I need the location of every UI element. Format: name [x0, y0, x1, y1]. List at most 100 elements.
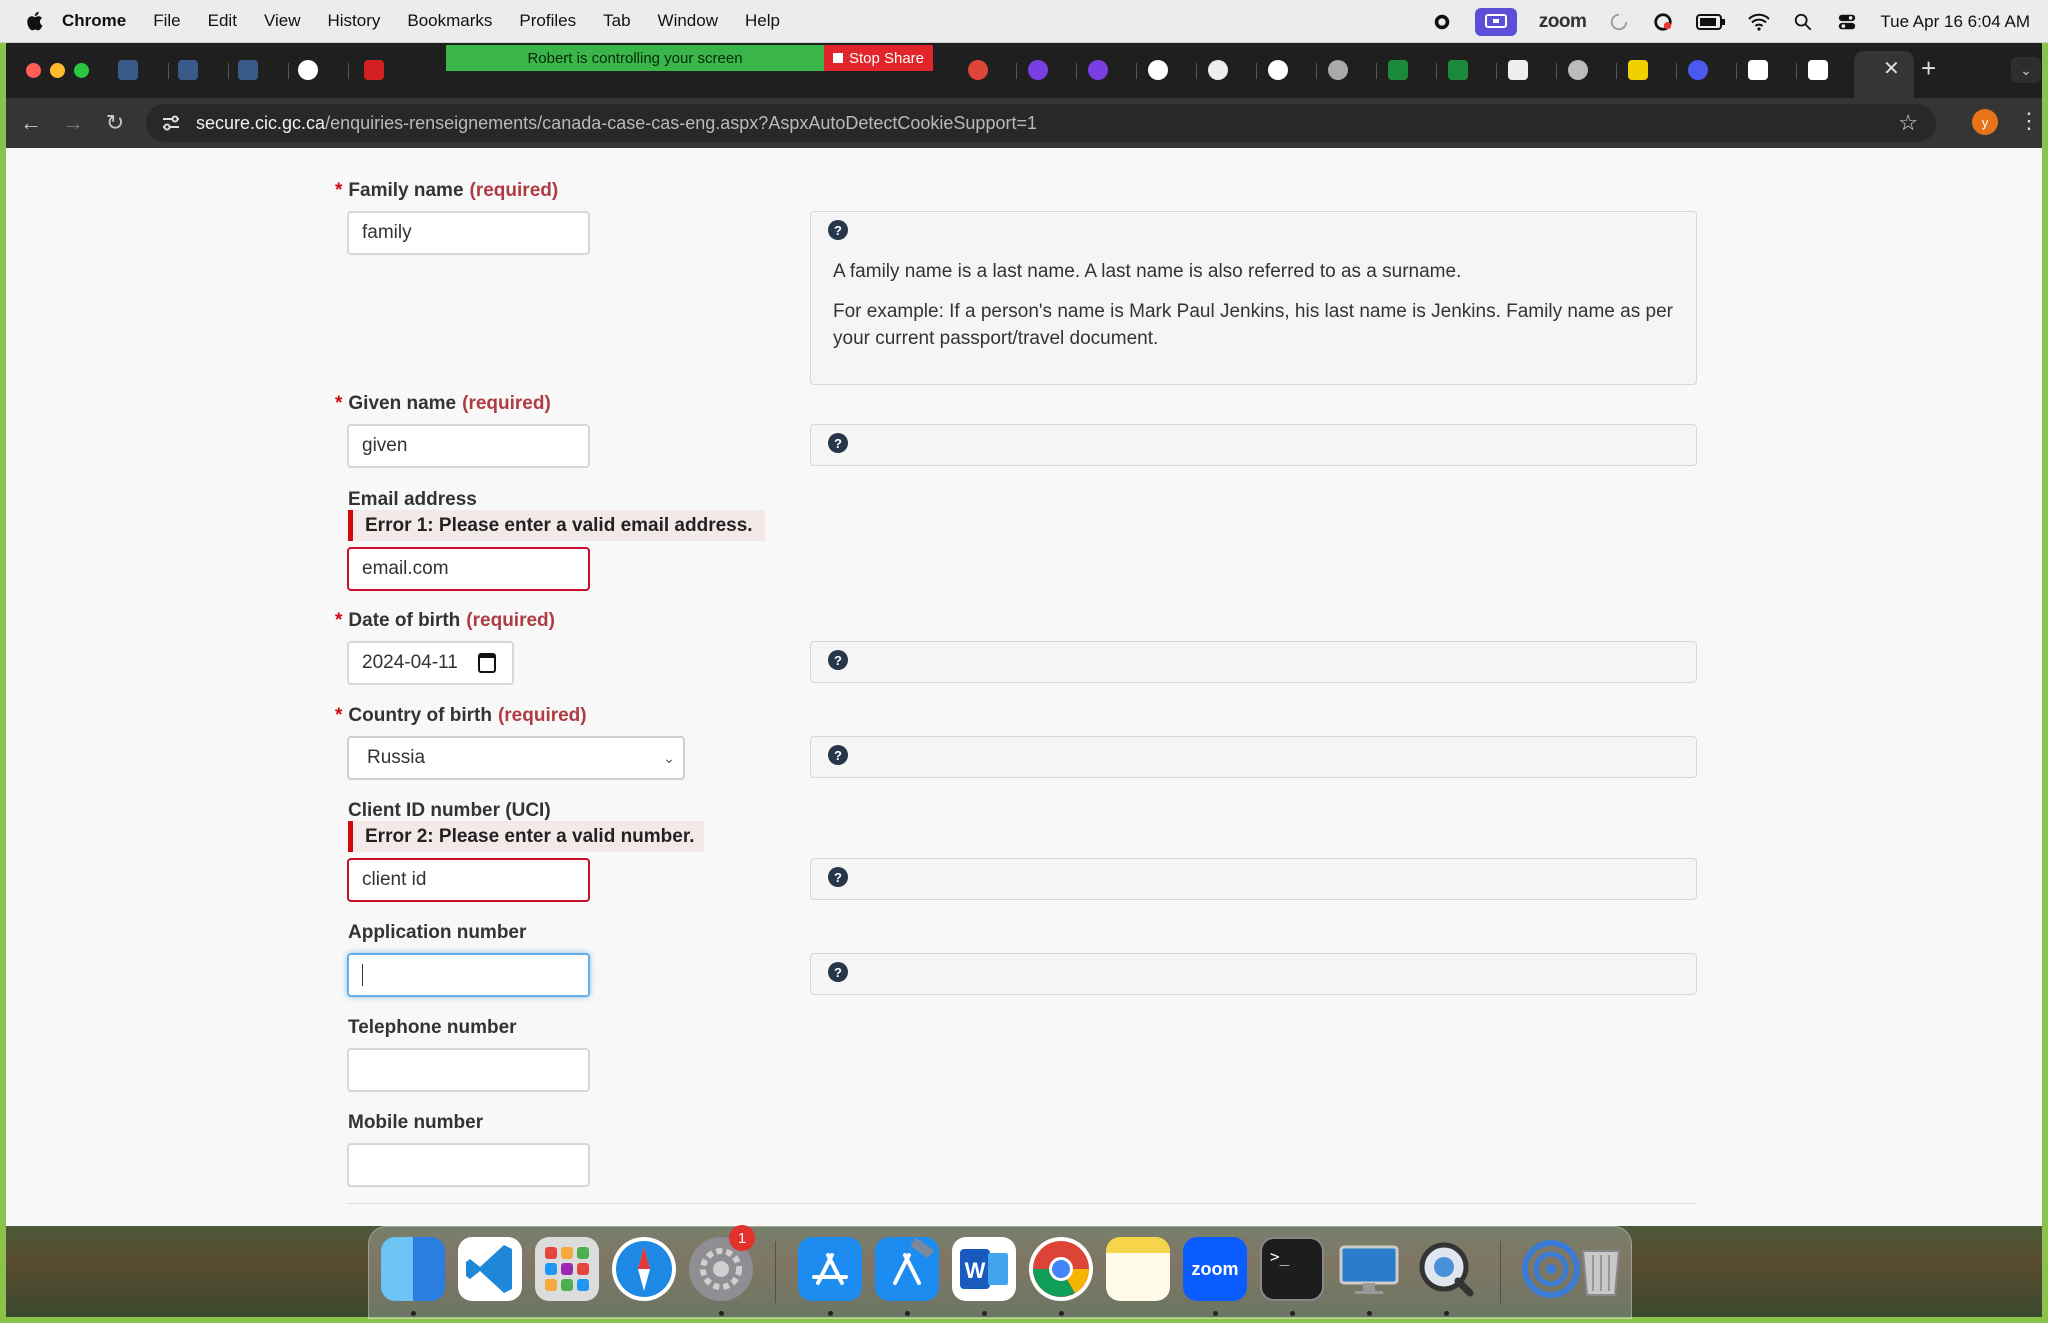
tab-favicon-icon[interactable]	[1628, 60, 1648, 80]
menu-help[interactable]: Help	[745, 11, 780, 31]
url-text[interactable]: secure.cic.gc.ca/enquiries-renseignement…	[196, 113, 1037, 134]
screen-share-icon[interactable]	[1474, 7, 1517, 36]
date-of-birth-label-text: Date of birth	[348, 610, 461, 631]
required-tag: (required)	[469, 180, 559, 201]
date-of-birth-input[interactable]: 2024-04-11	[347, 641, 514, 685]
tab-favicon-icon[interactable]	[118, 60, 138, 80]
telephone-number-input[interactable]	[347, 1048, 590, 1092]
google-tab-icon[interactable]	[1148, 60, 1168, 80]
menu-file[interactable]: File	[153, 11, 180, 31]
bookmark-star-icon[interactable]: ☆	[1898, 110, 1918, 136]
given-name-value: given	[362, 435, 408, 456]
minimize-window-icon[interactable]	[50, 63, 65, 78]
tab-favicon-icon[interactable]	[1568, 60, 1588, 80]
menu-window[interactable]: Window	[658, 11, 718, 31]
focus-icon[interactable]	[1608, 12, 1630, 32]
help-icon[interactable]: ?	[828, 650, 848, 670]
family-name-help-box: ? A family name is a last name. A last n…	[810, 211, 1697, 385]
chrome-menu-icon[interactable]: ⋮	[2018, 108, 2040, 134]
launchpad-icon[interactable]	[535, 1237, 599, 1301]
uci-help-box: ?	[810, 858, 1697, 900]
reddit-tab-icon[interactable]	[968, 60, 988, 80]
tab-favicon-icon[interactable]	[1028, 60, 1048, 80]
google-tab-icon[interactable]	[298, 60, 318, 80]
tab-favicon-icon[interactable]	[364, 60, 384, 80]
control-center-icon[interactable]	[1836, 12, 1858, 32]
country-of-birth-select[interactable]: Russia ⌄	[347, 736, 685, 780]
tab-favicon-icon[interactable]	[1508, 60, 1528, 80]
help-icon[interactable]: ?	[828, 220, 848, 240]
forward-arrow-icon[interactable]: →	[58, 108, 88, 138]
finder-icon[interactable]	[381, 1237, 445, 1301]
record-icon[interactable]	[1431, 12, 1453, 32]
menu-history[interactable]: History	[327, 11, 380, 31]
terminal-icon[interactable]: >_	[1260, 1237, 1324, 1301]
wifi-icon[interactable]	[1748, 12, 1771, 32]
close-tab-icon[interactable]: ✕	[1883, 56, 1900, 81]
required-tag: (required)	[497, 705, 587, 726]
calendar-icon[interactable]	[478, 653, 496, 673]
screen-sharing-icon[interactable]	[1337, 1237, 1401, 1301]
fullscreen-window-icon[interactable]	[74, 63, 89, 78]
google-tab-icon[interactable]	[1268, 60, 1288, 80]
given-name-input[interactable]: given	[347, 424, 590, 468]
tab-favicon-icon[interactable]	[1448, 60, 1468, 80]
application-number-input[interactable]	[347, 953, 590, 997]
tab-search-icon[interactable]: ⌄	[2011, 57, 2041, 83]
stop-share-button[interactable]: Stop Share	[824, 45, 933, 71]
help-icon[interactable]: ?	[828, 745, 848, 765]
given-name-label: * Given name (required)	[335, 393, 551, 415]
menu-view[interactable]: View	[264, 11, 301, 31]
menu-edit[interactable]: Edit	[208, 11, 237, 31]
site-info-icon[interactable]	[160, 112, 182, 134]
spotlight-search-icon[interactable]	[1792, 12, 1814, 32]
xcode-icon[interactable]	[875, 1237, 939, 1301]
creative-cloud-icon[interactable]	[1652, 12, 1674, 32]
safari-icon[interactable]	[612, 1237, 676, 1301]
date-of-birth-value: 2024-04-11	[362, 652, 458, 673]
family-name-label-text: Family name	[348, 180, 464, 201]
menu-tab[interactable]: Tab	[603, 11, 630, 31]
help-icon[interactable]: ?	[828, 433, 848, 453]
back-arrow-icon[interactable]: ←	[16, 108, 46, 138]
apple-icon[interactable]	[24, 10, 44, 32]
close-window-icon[interactable]	[26, 63, 41, 78]
tab-favicon-icon[interactable]	[178, 60, 198, 80]
mobile-number-input[interactable]	[347, 1143, 590, 1187]
email-input[interactable]: email.com	[347, 547, 590, 591]
tab-favicon-icon[interactable]	[1328, 60, 1348, 80]
profile-avatar[interactable]: y	[1972, 109, 1998, 135]
trash-icon[interactable]	[1569, 1237, 1633, 1301]
menu-bookmarks[interactable]: Bookmarks	[407, 11, 492, 31]
menu-profiles[interactable]: Profiles	[519, 11, 576, 31]
notes-icon[interactable]	[1106, 1237, 1170, 1301]
new-tab-icon[interactable]: +	[1921, 53, 1936, 84]
tab-favicon-icon[interactable]	[238, 60, 258, 80]
uci-input[interactable]: client id	[347, 858, 590, 902]
help-icon[interactable]: ?	[828, 962, 848, 982]
macos-dock: 1 W zoom >_	[368, 1225, 1633, 1319]
help-icon[interactable]: ?	[828, 867, 848, 887]
zoom-app-icon[interactable]: zoom	[1183, 1237, 1247, 1301]
tab-favicon-icon[interactable]	[1088, 60, 1108, 80]
family-name-input[interactable]: family	[347, 211, 590, 255]
app-store-icon[interactable]	[798, 1237, 862, 1301]
email-value: email.com	[362, 558, 449, 579]
tab-favicon-icon[interactable]	[1388, 60, 1408, 80]
email-label: Email address	[348, 489, 477, 510]
tab-favicon-icon[interactable]	[1208, 60, 1228, 80]
tab-favicon-icon[interactable]	[1688, 60, 1708, 80]
chrome-icon[interactable]	[1029, 1237, 1093, 1301]
menu-chrome[interactable]: Chrome	[62, 11, 126, 31]
word-icon[interactable]: W	[952, 1237, 1016, 1301]
vscode-icon[interactable]	[458, 1237, 522, 1301]
reload-icon[interactable]: ↻	[100, 108, 130, 138]
menubar-clock[interactable]: Tue Apr 16 6:04 AM	[1880, 12, 2030, 32]
battery-icon[interactable]	[1696, 12, 1726, 32]
given-name-help-box: ?	[810, 424, 1697, 466]
address-bar[interactable]: secure.cic.gc.ca/enquiries-renseignement…	[146, 104, 1936, 142]
zoom-menu-label[interactable]: zoom	[1539, 11, 1587, 33]
tab-favicon-icon[interactable]	[1748, 60, 1768, 80]
tab-favicon-icon[interactable]	[1808, 60, 1828, 80]
quicktime-icon[interactable]	[1414, 1237, 1478, 1301]
